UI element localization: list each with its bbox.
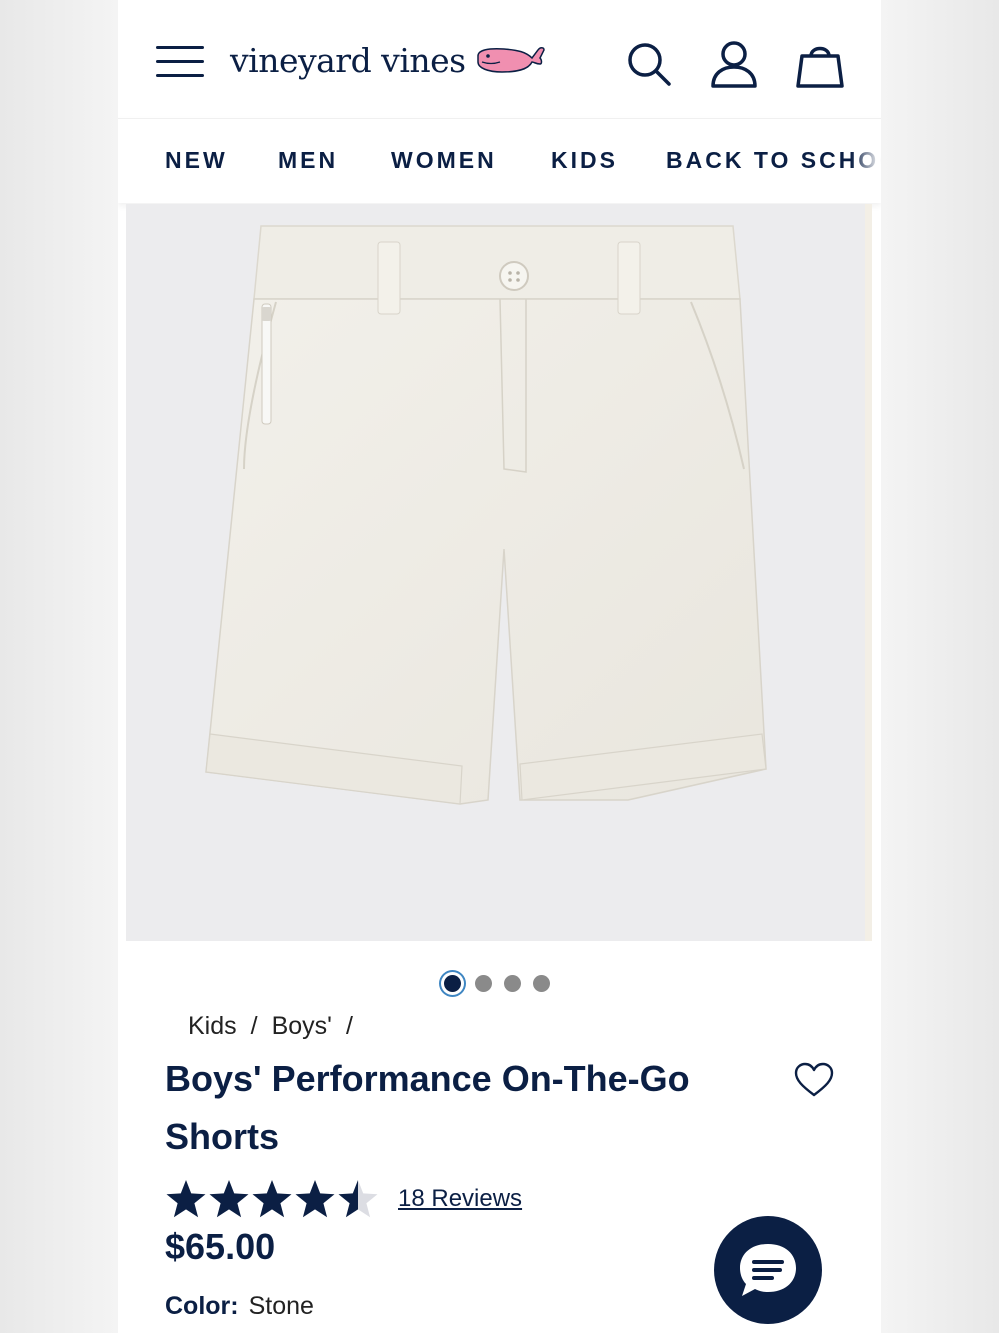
left-gutter <box>0 0 118 1333</box>
category-nav: NEW MEN WOMEN KIDS BACK TO SCHOOL <box>118 118 881 203</box>
carousel-dot-2[interactable] <box>475 974 492 992</box>
shopping-bag-icon[interactable] <box>794 38 846 90</box>
color-value: Stone <box>248 1292 314 1320</box>
heart-icon[interactable] <box>794 1062 834 1098</box>
chat-icon <box>740 1244 796 1296</box>
breadcrumb-kids[interactable]: Kids <box>188 1012 237 1041</box>
product-image-carousel[interactable] <box>126 204 872 941</box>
brand-name: vineyard vines <box>230 40 466 80</box>
site-header: vineyard vines <box>118 0 881 118</box>
nav-item-new[interactable]: NEW <box>165 147 228 174</box>
breadcrumb: Kids / Boys' / <box>188 1012 353 1041</box>
next-image-peek <box>865 204 872 941</box>
user-icon[interactable] <box>708 38 760 90</box>
nav-item-men[interactable]: MEN <box>278 147 338 174</box>
rating-stars <box>165 1178 380 1220</box>
star-icon <box>252 1180 292 1218</box>
product-shorts-image <box>205 225 767 805</box>
nav-item-back-to-school[interactable]: BACK TO SCHOOL <box>666 147 881 174</box>
carousel-dot-4[interactable] <box>533 974 550 992</box>
carousel-dot-1[interactable] <box>444 974 461 992</box>
search-icon[interactable] <box>623 38 675 90</box>
star-icon <box>166 1180 206 1218</box>
reviews-link[interactable]: 18 Reviews <box>398 1185 522 1213</box>
breadcrumb-separator: / <box>345 1012 353 1040</box>
star-icon <box>209 1180 249 1218</box>
hamburger-icon[interactable] <box>156 46 204 80</box>
nav-item-kids[interactable]: KIDS <box>551 147 618 174</box>
breadcrumb-separator: / <box>250 1012 258 1040</box>
product-price: $65.00 <box>165 1226 276 1267</box>
star-icon <box>338 1180 378 1218</box>
star-icon <box>295 1180 335 1218</box>
whale-logo-icon <box>476 47 545 73</box>
product-rating: 18 Reviews <box>165 1178 522 1220</box>
color-label: Color: <box>165 1292 239 1320</box>
carousel-dots <box>444 972 562 994</box>
breadcrumb-boys[interactable]: Boys' <box>272 1012 332 1041</box>
color-selector-label: Color: Stone <box>165 1292 314 1321</box>
carousel-dot-3[interactable] <box>504 974 521 992</box>
chat-button[interactable] <box>714 1216 822 1324</box>
brand-logo[interactable]: vineyard vines <box>230 38 546 82</box>
product-title: Boys' Performance On-The-Go Shorts <box>165 1058 690 1157</box>
nav-scroll-fade <box>851 119 881 203</box>
product-page: vineyard vines NEW MEN WOMEN KIDS BACK T… <box>118 0 881 1333</box>
nav-item-women[interactable]: WOMEN <box>391 147 497 174</box>
right-gutter <box>881 0 999 1333</box>
